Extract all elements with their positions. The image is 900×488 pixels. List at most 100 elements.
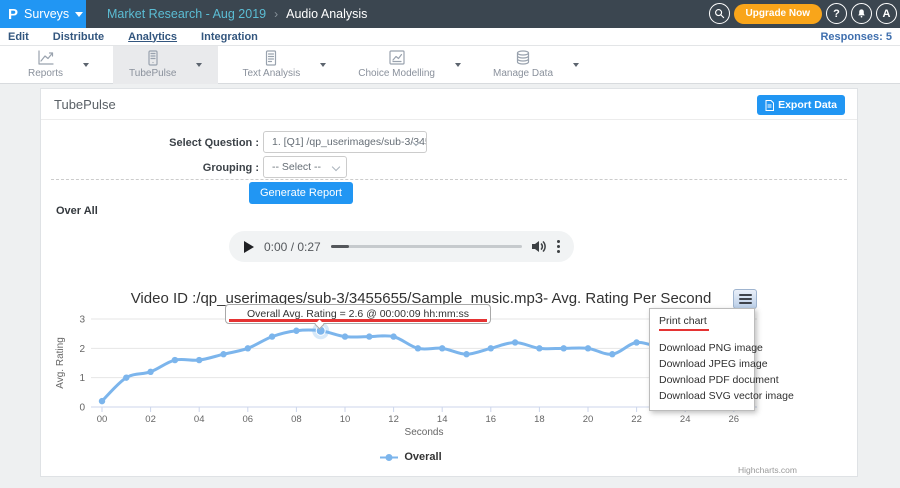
- audio-player: 0:00 / 0:27: [229, 231, 574, 262]
- chevron-down-icon[interactable]: [320, 63, 326, 67]
- toolbar-item-manage-data[interactable]: Manage Data: [485, 46, 587, 84]
- highcharts-credits-link[interactable]: Highcharts.com: [738, 465, 797, 475]
- help-button[interactable]: ?: [826, 3, 847, 24]
- chevron-down-icon[interactable]: [573, 63, 579, 67]
- toolbar-label: Manage Data: [493, 68, 553, 79]
- avatar[interactable]: A: [876, 3, 897, 24]
- volume-icon[interactable]: [532, 240, 547, 253]
- breadcrumb-survey-link[interactable]: Market Research - Aug 2019: [107, 7, 266, 21]
- chevron-down-icon: [75, 12, 83, 17]
- toolbar-item-text-analysis[interactable]: Text Analysis: [234, 46, 334, 84]
- export-data-button[interactable]: Export Data: [757, 95, 845, 115]
- generate-report-button[interactable]: Generate Report: [249, 182, 353, 204]
- questionpro-logo: P: [8, 7, 18, 22]
- section-divider: [51, 179, 847, 180]
- toolbar-item-tubepulse[interactable]: TubePulse: [113, 46, 218, 84]
- player-seek-bar[interactable]: [331, 245, 522, 248]
- svg-text:2: 2: [79, 344, 85, 355]
- chart-region: Video ID :/qp_userimages/sub-3/3455655/S…: [41, 281, 859, 478]
- svg-text:20: 20: [583, 414, 594, 425]
- toolbar-label: Choice Modelling: [358, 68, 435, 79]
- grouping-dropdown[interactable]: -- Select --: [263, 156, 347, 178]
- svg-text:3: 3: [79, 315, 85, 326]
- panel-header: TubePulse Export Data: [41, 89, 857, 120]
- player-overflow-menu-icon[interactable]: [557, 240, 560, 253]
- menu-item-print-chart[interactable]: Print chart: [650, 313, 754, 329]
- analytics-toolbar: Reports TubePulse Text Analysis Choice M…: [0, 46, 900, 84]
- chevron-down-icon: [332, 163, 340, 171]
- toolbar-label: Text Analysis: [242, 68, 300, 79]
- search-icon[interactable]: [709, 3, 730, 24]
- overall-section-label: Over All: [56, 205, 98, 217]
- menu-item-download-png[interactable]: Download PNG image: [650, 340, 754, 356]
- menu-item-download-pdf[interactable]: Download PDF document: [650, 372, 754, 388]
- svg-text:16: 16: [486, 414, 497, 425]
- player-time-display: 0:00 / 0:27: [264, 240, 321, 254]
- app: P Surveys Market Research - Aug 2019 › A…: [0, 0, 900, 488]
- play-button[interactable]: [243, 241, 254, 253]
- svg-text:10: 10: [340, 414, 351, 425]
- header-actions: Upgrade Now ? A: [709, 3, 897, 24]
- grouping-label: Grouping :: [41, 162, 259, 174]
- nav-item-analytics[interactable]: Analytics: [128, 31, 177, 43]
- svg-text:0: 0: [79, 403, 85, 414]
- svg-text:22: 22: [631, 414, 642, 425]
- select-question-label: Select Question :: [41, 137, 259, 149]
- menu-item-download-jpeg[interactable]: Download JPEG image: [650, 356, 754, 372]
- grouping-value: -- Select --: [272, 161, 321, 173]
- product-switcher[interactable]: P Surveys: [0, 0, 86, 28]
- legend-label: Overall: [404, 451, 441, 463]
- svg-text:02: 02: [145, 414, 156, 425]
- chart-tooltip: Overall Avg. Rating = 2.6 @ 00:00:09 hh:…: [225, 304, 491, 324]
- text-analysis-document-icon: [262, 50, 280, 66]
- export-data-label: Export Data: [778, 99, 837, 111]
- svg-text:06: 06: [243, 414, 254, 425]
- top-header: P Surveys Market Research - Aug 2019 › A…: [0, 0, 900, 28]
- nav-item-integration[interactable]: Integration: [201, 31, 258, 43]
- main-nav: Edit Distribute Analytics Integration Re…: [0, 28, 900, 46]
- breadcrumb-separator: ›: [274, 7, 278, 21]
- legend-marker-icon: [380, 453, 398, 462]
- tubepulse-panel: TubePulse Export Data Select Question : …: [40, 88, 858, 477]
- select-question-value: 1. [Q1] /qp_userimages/sub-3/3455655/S..…: [272, 136, 427, 148]
- toolbar-item-reports[interactable]: Reports: [20, 46, 97, 84]
- chevron-down-icon[interactable]: [196, 63, 202, 67]
- svg-text:Avg. Rating: Avg. Rating: [55, 337, 66, 389]
- svg-text:08: 08: [291, 414, 302, 425]
- tooltip-underline: [229, 319, 487, 322]
- reports-chart-icon: [37, 50, 55, 66]
- panel-title: TubePulse: [54, 97, 116, 112]
- breadcrumb-current-page: Audio Analysis: [286, 7, 367, 21]
- svg-text:04: 04: [194, 414, 205, 425]
- svg-text:14: 14: [437, 414, 448, 425]
- chevron-down-icon[interactable]: [455, 63, 461, 67]
- tubepulse-tablet-icon: [144, 50, 162, 66]
- svg-text:Seconds: Seconds: [405, 427, 444, 438]
- manage-data-database-icon: [514, 50, 532, 66]
- export-file-icon: [765, 100, 774, 111]
- breadcrumb: Market Research - Aug 2019 › Audio Analy…: [107, 7, 367, 21]
- choice-modelling-chart-icon: [388, 50, 406, 66]
- toolbar-item-choice-modelling[interactable]: Choice Modelling: [350, 46, 469, 84]
- player-progress: [331, 245, 349, 248]
- toolbar-label: Reports: [28, 68, 63, 79]
- chart-legend[interactable]: Overall: [41, 451, 781, 463]
- menu-item-download-svg[interactable]: Download SVG vector image: [650, 388, 754, 404]
- svg-text:1: 1: [79, 373, 85, 384]
- product-label: Surveys: [24, 7, 69, 21]
- svg-text:12: 12: [388, 414, 399, 425]
- chart-context-menu: Print chart Download PNG image Download …: [649, 308, 755, 411]
- nav-item-distribute[interactable]: Distribute: [53, 31, 104, 43]
- upgrade-now-button[interactable]: Upgrade Now: [734, 4, 822, 24]
- chevron-down-icon[interactable]: [83, 63, 89, 67]
- svg-text:18: 18: [534, 414, 545, 425]
- notifications-bell-icon[interactable]: [851, 3, 872, 24]
- svg-text:26: 26: [729, 414, 740, 425]
- chart-context-menu-button[interactable]: [733, 289, 757, 309]
- select-question-dropdown[interactable]: 1. [Q1] /qp_userimages/sub-3/3455655/S..…: [263, 131, 427, 153]
- svg-text:24: 24: [680, 414, 691, 425]
- toolbar-label: TubePulse: [129, 68, 176, 79]
- nav-item-edit[interactable]: Edit: [8, 31, 29, 43]
- responses-count: Responses: 5: [820, 31, 892, 43]
- svg-text:00: 00: [97, 414, 108, 425]
